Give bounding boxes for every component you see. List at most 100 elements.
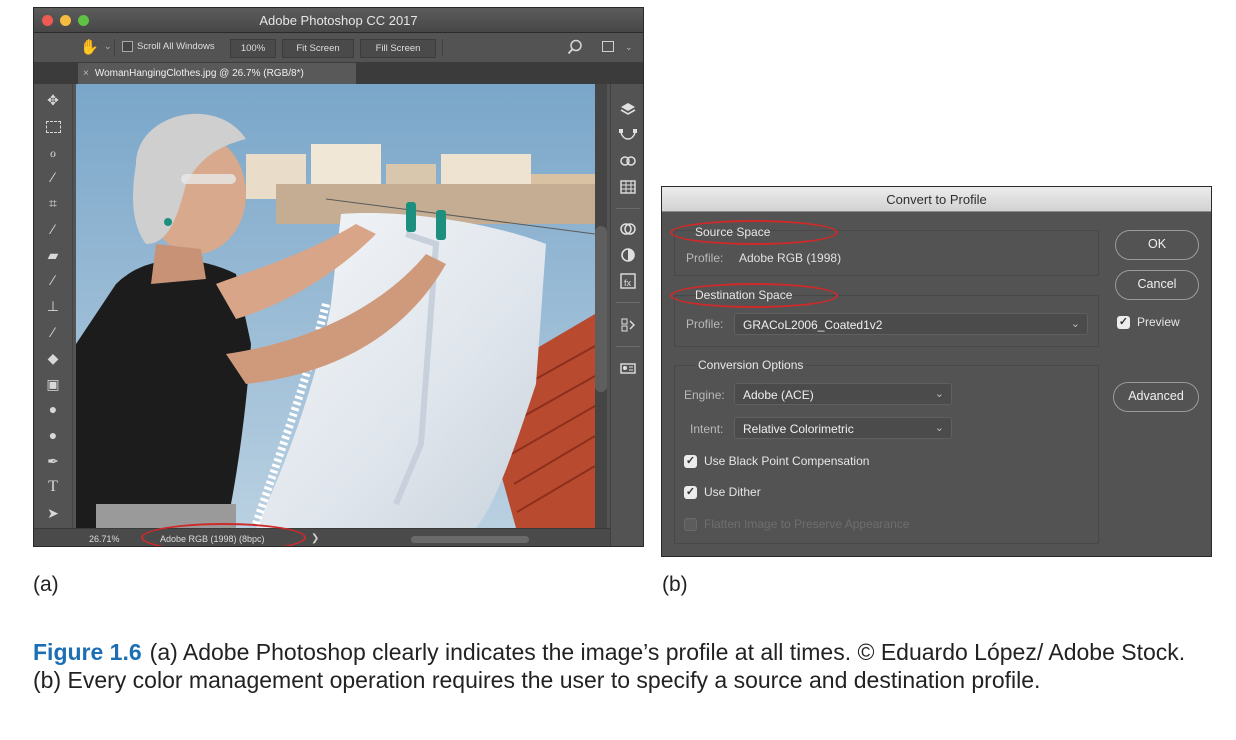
destination-profile-value: GRACoL2006_Coated1v2 [743,318,883,332]
advanced-button[interactable]: Advanced [1113,382,1199,412]
move-icon[interactable]: ✥ [34,88,72,112]
checkmark-icon: ✓ [684,454,697,468]
caption-text: (a) Adobe Photoshop clearly indicates th… [33,639,1186,693]
eraser-icon[interactable]: ◆ [34,346,72,370]
chevron-down-icon: ⌄ [934,422,944,434]
checkbox-box [684,517,697,531]
channels-icon[interactable] [620,221,636,237]
marquee-icon[interactable] [34,114,72,138]
healing-brush-icon[interactable]: ▰ [34,243,72,267]
fit-screen-button[interactable]: Fit Screen [282,39,354,58]
divider [114,39,115,56]
document-canvas[interactable] [76,84,595,528]
source-space-highlight-ring [670,220,838,245]
zoom-level[interactable]: 26.71% [89,534,120,544]
divider [442,39,443,56]
preview-checkbox[interactable]: ✓ Preview [1117,315,1180,329]
document-tab[interactable]: × WomanHangingClothes.jpg @ 26.7% (RGB/8*… [78,63,356,84]
blur-icon[interactable]: ● [34,397,72,421]
status-menu-arrow[interactable]: ❯ [311,533,319,544]
lasso-icon[interactable]: ℴ [34,140,72,164]
engine-label: Engine: [684,388,725,402]
checkmark-icon: ✓ [684,485,697,499]
crop-icon[interactable]: ⌗ [34,191,72,215]
character-icon[interactable] [620,317,636,333]
styles-icon[interactable]: fx [620,273,636,289]
brush-icon[interactable]: ∕ [34,268,72,292]
paths-icon[interactable] [618,128,638,142]
chevron-down-icon: ⌄ [1070,318,1080,330]
dialog-title-bar: Convert to Profile [662,187,1211,212]
type-icon[interactable]: T [34,475,72,499]
dodge-icon[interactable]: ● [34,423,72,447]
convert-to-profile-dialog: Convert to Profile Source Space Profile:… [661,186,1212,557]
cancel-button[interactable]: Cancel [1115,270,1199,300]
eyedropper-icon[interactable]: ⁄ [34,217,72,241]
subfigure-label-b: (b) [662,573,688,596]
magic-wand-icon[interactable]: ⁄ [34,165,72,189]
use-dither-checkbox[interactable]: ✓ Use Dither [684,485,761,499]
dialog-title: Convert to Profile [886,192,987,207]
scroll-all-windows-checkbox[interactable]: Scroll All Windows [122,41,215,52]
black-point-compensation-checkbox[interactable]: ✓ Use Black Point Compensation [684,454,869,468]
close-tab-icon[interactable]: × [83,68,89,79]
properties-icon[interactable] [620,360,636,376]
intent-value: Relative Colorimetric [743,422,854,436]
document-tab-row: × WomanHangingClothes.jpg @ 26.7% (RGB/8*… [34,63,643,84]
layers-icon[interactable] [620,102,636,116]
chevron-down-icon: ⌄ [934,388,944,400]
options-bar: ✋ ⌄ Scroll All Windows 100% Fit Screen F… [34,33,643,63]
vertical-scrollbar-thumb[interactable] [595,226,607,392]
profile-highlight-ring [141,523,306,546]
destination-space-highlight-ring [670,283,838,308]
woman-hanging-clothes-photo [76,84,595,528]
3d-icon[interactable] [620,154,636,168]
use-dither-label: Use Dither [704,485,761,499]
fill-screen-button[interactable]: Fill Screen [360,39,436,58]
checkmark-icon: ✓ [1117,315,1130,329]
document-tab-label: WomanHangingClothes.jpg @ 26.7% (RGB/8*) [94,68,304,79]
panel-divider [616,302,640,303]
destination-profile-select[interactable]: GRACoL2006_Coated1v2 ⌄ [734,313,1088,335]
source-profile-value: Adobe RGB (1998) [739,251,842,265]
flatten-image-label: Flatten Image to Preserve Appearance [704,517,910,531]
subfigure-label-a: (a) [33,573,59,596]
flatten-image-checkbox[interactable]: Flatten Image to Preserve Appearance [684,517,909,531]
figure-number: Figure 1.6 [33,639,142,665]
figure-caption: Figure 1.6 (a) Adobe Photoshop clearly in… [33,638,1213,694]
tools-panel: ✥ ℴ ⁄ ⌗ ⁄ ▰ ∕ ⊥ ⁄ ◆ ▣ ● ● ✒ T ➤ [34,84,73,546]
clone-stamp-icon[interactable]: ⊥ [34,294,72,318]
panel-dock: fx [610,84,643,546]
engine-value: Adobe (ACE) [743,388,814,402]
conversion-options-legend: Conversion Options [695,358,807,372]
panel-divider [616,208,640,209]
engine-select[interactable]: Adobe (ACE) ⌄ [734,383,952,405]
photoshop-window: Adobe Photoshop CC 2017 ✋ ⌄ Scroll All W… [33,7,644,547]
adjustments-icon[interactable] [620,247,636,263]
ok-button[interactable]: OK [1115,230,1199,260]
search-icon[interactable] [567,39,583,55]
gradient-icon[interactable]: ▣ [34,372,72,396]
preview-label: Preview [1137,315,1180,329]
workspace-icon[interactable] [602,41,614,52]
horizontal-scrollbar-thumb[interactable] [411,536,529,543]
table-icon[interactable] [620,180,636,194]
title-bar: Adobe Photoshop CC 2017 [34,8,643,33]
history-brush-icon[interactable]: ⁄ [34,320,72,344]
app-title: Adobe Photoshop CC 2017 [259,13,418,28]
scroll-all-windows-label: Scroll All Windows [137,41,215,52]
intent-label: Intent: [690,422,724,436]
zoom-100-button[interactable]: 100% [230,39,276,58]
hand-tool-icon[interactable]: ✋ [80,38,99,56]
black-point-compensation-label: Use Black Point Compensation [704,454,870,468]
checkbox-box [122,41,133,52]
chevron-down-icon[interactable]: ⌄ [625,42,633,53]
panel-divider [616,346,640,347]
intent-select[interactable]: Relative Colorimetric ⌄ [734,417,952,439]
status-bar: 26.71% Adobe RGB (1998) (8bpc) ❯ [34,528,610,546]
path-selection-icon[interactable]: ➤ [34,501,72,525]
svg-text:fx: fx [624,278,632,288]
destination-profile-label: Profile: [686,317,724,331]
tool-preset-chevron-icon[interactable]: ⌄ [104,41,112,52]
pen-icon[interactable]: ✒ [34,449,72,473]
